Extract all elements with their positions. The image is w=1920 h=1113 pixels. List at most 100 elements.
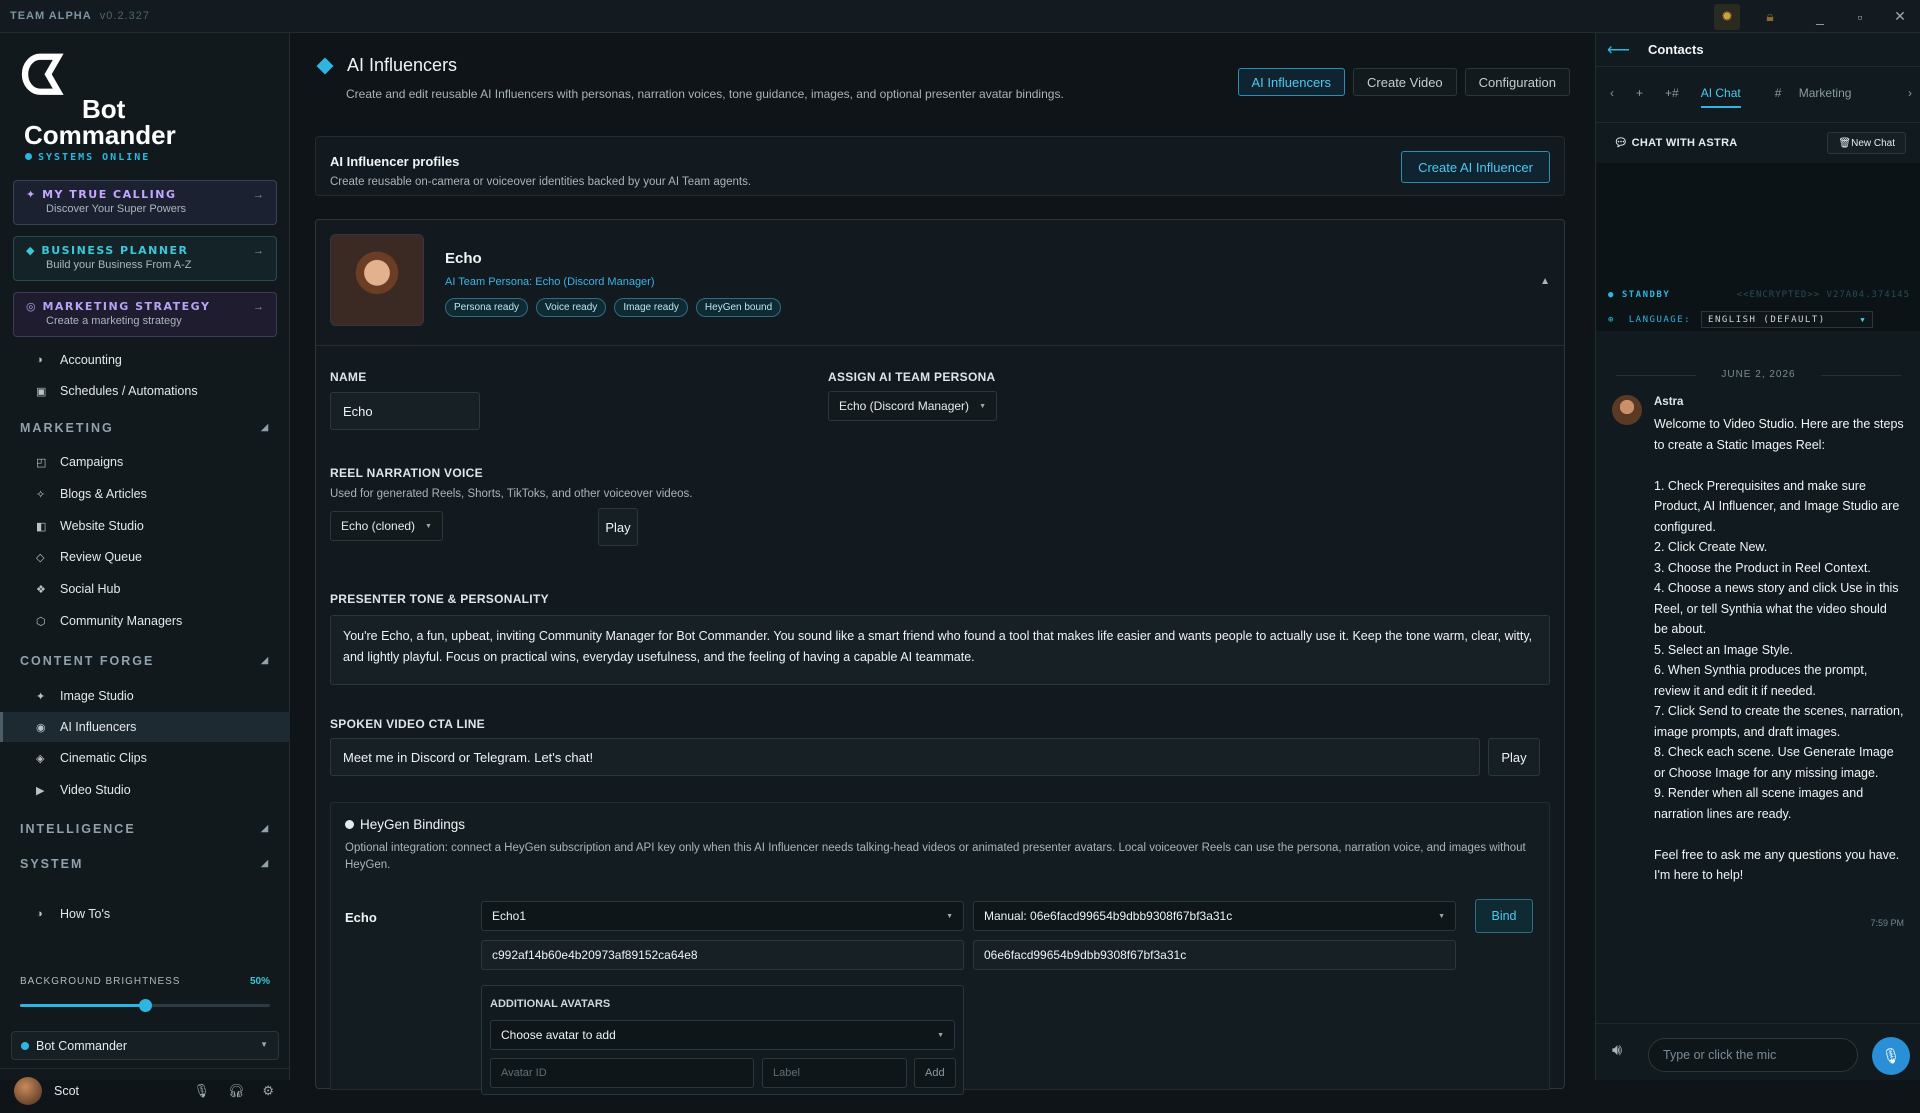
nav-label: Community Managers [60,614,183,628]
add-icon[interactable]: + [1636,86,1643,100]
language-select[interactable]: ENGLISH (DEFAULT) ▼ [1701,311,1874,328]
heygen-title: HeyGen Bindings [345,817,465,832]
expand-triangle-icon: ◢ [261,823,270,833]
add-avatar-button[interactable]: Add [914,1058,956,1088]
mic-button[interactable]: 🎙︎ [1872,1037,1910,1075]
back-arrow-icon[interactable]: ⟵ [1607,40,1630,60]
heygen-voice-select[interactable]: Manual: 06e6facd99654b9dbb9308f67bf3a31c… [973,901,1456,931]
chat-input[interactable]: Type or click the mic [1648,1038,1858,1072]
sidebar-item-campaigns[interactable]: ◰ Campaigns [0,447,290,477]
nav-label: Accounting [60,353,122,367]
voice-label: REEL NARRATION VOICE [330,466,483,480]
community-icon: ⬡ [36,615,46,628]
section-content-forge[interactable]: CONTENT FORGE ◢ [20,654,270,668]
target-icon: ◎ [26,300,38,313]
section-system[interactable]: SYSTEM ◢ [20,857,270,871]
arrow-right-icon: → [253,301,264,313]
sidebar-item-video-studio[interactable]: ▶ Video Studio [0,775,290,805]
tone-textarea[interactable]: You're Echo, a fun, upbeat, inviting Com… [330,615,1550,685]
tab-create-video[interactable]: Create Video [1353,68,1457,96]
section-marketing[interactable]: MARKETING ◢ [20,421,270,435]
tab-marketing[interactable]: # Marketing [1761,86,1852,100]
avatar [1612,395,1642,425]
status-badge: Persona ready [445,298,529,317]
maximize-button[interactable]: ▫ [1840,9,1880,25]
scroll-left-icon[interactable]: ‹ [1610,86,1614,100]
campaign-icon: ◰ [36,456,47,469]
add-channel-icon[interactable]: +# [1665,86,1679,100]
minimize-button[interactable]: _ [1800,9,1840,25]
promo-true-calling[interactable]: ✦ MY TRUE CALLING Discover Your Super Po… [13,180,277,225]
sidebar-item-howtos[interactable]: ◑ How To's [0,899,290,929]
user-bar: Scot 🎙︎ 🎧︎ ⚙ [0,1068,290,1113]
bind-button[interactable]: Bind [1475,899,1533,933]
microphone-icon[interactable]: 🎙︎ [193,1083,210,1099]
heygen-voice-id-input[interactable]: 06e6facd99654b9dbb9308f67bf3a31c [973,940,1456,970]
speaker-icon[interactable]: 🔊︎ [1612,1042,1622,1060]
label-input[interactable]: Label [762,1058,907,1088]
tab-ai-influencers[interactable]: AI Influencers [1237,68,1346,96]
avatar[interactable] [14,1077,42,1105]
contrast-icon: ◑ [36,354,43,366]
collapse-up-icon[interactable]: ▲ [1540,276,1550,287]
additional-avatars: ADDITIONAL AVATARS Choose avatar to add ▼… [481,985,964,1095]
close-button[interactable]: ✕ [1880,8,1920,25]
sidebar-item-community-managers[interactable]: ⬡ Community Managers [0,606,290,636]
sidebar-item-review-queue[interactable]: ◇ Review Queue [0,542,290,572]
name-input[interactable]: Echo [330,392,480,430]
chevron-down-icon: ▼ [260,1040,268,1049]
sidebar-item-ai-influencers[interactable]: ◉ AI Influencers [0,712,290,742]
sidebar-item-blogs[interactable]: ✧ Blogs & Articles [0,479,290,509]
message-time: 7:59 PM [1870,918,1904,928]
create-ai-influencer-button[interactable]: Create AI Influencer [1401,151,1550,183]
additional-avatars-label: ADDITIONAL AVATARS [490,998,611,1010]
promo-business-planner[interactable]: ◆ BUSINESS PLANNER Build your Business F… [13,236,277,281]
clip-icon: ◈ [36,752,45,765]
brightness-control: BACKGROUND BRIGHTNESS 50% [20,976,270,1012]
sidebar-item-social-hub[interactable]: ❖ Social Hub [0,574,290,604]
sidebar-item-cinematic-clips[interactable]: ◈ Cinematic Clips [0,743,290,773]
logo-mark-icon: ᗧ [20,44,65,107]
scroll-right-icon[interactable]: › [1908,86,1912,100]
nav-label: Campaigns [60,455,124,469]
brightness-slider[interactable] [20,999,270,1012]
promo-marketing-strategy[interactable]: ◎ MARKETING STRATEGY Create a marketing … [13,292,277,337]
persona-link[interactable]: AI Team Persona: Echo (Discord Manager) [445,276,655,288]
cta-input[interactable]: Meet me in Discord or Telegram. Let's ch… [330,738,1480,776]
settings-gear-icon[interactable]: ✹ [1714,3,1740,30]
sidebar-item-website-studio[interactable]: ◧ Website Studio [0,511,290,541]
influencer-name: Echo [445,250,482,267]
tab-ai-chat[interactable]: AI Chat [1700,86,1741,108]
sidebar-item-schedules[interactable]: ▣ Schedules / Automations [0,376,290,406]
avatar-video-area [1596,163,1920,331]
headphones-icon[interactable]: 🎧︎ [228,1083,245,1099]
chat-header: 💬︎ CHAT WITH ASTRA 🗑︎ New Chat [1596,122,1920,162]
persona-select[interactable]: Echo (Discord Manager) ▼ [828,391,997,421]
help-icon: ◑ [36,908,43,920]
additional-avatar-select[interactable]: Choose avatar to add ▼ [490,1020,955,1050]
heygen-avatar-select[interactable]: Echo1 ▼ [481,901,964,931]
section-intelligence[interactable]: INTELLIGENCE ◢ [20,822,270,836]
user-name: Scot [54,1084,80,1098]
chevron-down-icon: ▼ [937,1031,944,1039]
contacts-header: ⟵ Contacts [1596,33,1920,67]
bot-selector[interactable]: Bot Commander ▼ [11,1031,279,1060]
sidebar-item-image-studio[interactable]: ✦ Image Studio [0,681,290,711]
promo-subtitle: Discover Your Super Powers [46,203,187,215]
lock-icon[interactable]: 🔒︎ [1750,8,1790,25]
tone-label: PRESENTER TONE & PERSONALITY [330,592,549,606]
gear-icon[interactable]: ⚙ [262,1083,274,1099]
sidebar-item-accounting[interactable]: ◑ Accounting [0,345,290,375]
avatar-id-input[interactable]: Avatar ID [490,1058,754,1088]
influencer-header[interactable]: Echo AI Team Persona: Echo (Discord Mana… [316,220,1564,346]
tab-configuration[interactable]: Configuration [1464,68,1570,96]
voice-select[interactable]: Echo (cloned) ▼ [330,511,443,541]
cta-play-button[interactable]: Play [1488,738,1540,776]
voice-select-value: Manual: 06e6facd99654b9dbb9308f67bf3a31c [984,909,1233,923]
voice-play-button[interactable]: Play [598,508,638,546]
avatar-select-value: Echo1 [492,909,527,923]
new-chat-button[interactable]: 🗑︎ New Chat [1827,132,1906,154]
heygen-avatar-id-input[interactable]: c992af14b60e4b20973af89152ca64e8 [481,940,964,970]
slider-thumb[interactable] [139,999,152,1012]
page-subtitle: Create and edit reusable AI Influencers … [346,87,1064,101]
